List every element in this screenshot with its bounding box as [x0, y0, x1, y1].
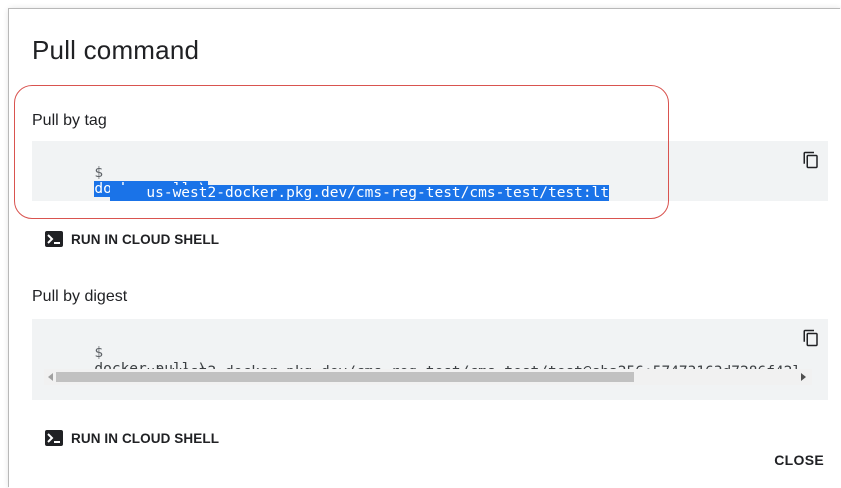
copy-icon[interactable] [802, 151, 820, 169]
terminal-icon [45, 231, 63, 247]
pull-by-tag-image-path[interactable]: us-west2-docker.pkg.dev/cms-reg-test/cms… [110, 185, 610, 201]
scrollbar-thumb[interactable] [56, 372, 634, 382]
pull-by-tag-line-2[interactable]: us-west2-docker.pkg.dev/cms-reg-test/cms… [58, 169, 610, 217]
pull-by-tag-label: Pull by tag [32, 112, 107, 129]
run-in-cloud-shell-button-digest[interactable]: RUN IN CLOUD SHELL [45, 430, 219, 446]
run-in-cloud-shell-label: RUN IN CLOUD SHELL [71, 231, 220, 247]
run-in-cloud-shell-label: RUN IN CLOUD SHELL [71, 430, 220, 446]
copy-icon[interactable] [802, 329, 820, 347]
pull-by-tag-code-box[interactable]: $ docker pull \ us-west2-docker.pkg.dev/… [32, 141, 828, 201]
terminal-icon [45, 430, 63, 446]
close-button[interactable]: CLOSE [774, 452, 824, 468]
scroll-left-arrow-icon[interactable] [48, 373, 53, 381]
scroll-right-arrow-icon[interactable] [801, 373, 806, 381]
horizontal-scrollbar[interactable] [44, 369, 812, 385]
pull-by-digest-label: Pull by digest [32, 288, 128, 305]
dialog-title: Pull command [32, 35, 200, 65]
run-in-cloud-shell-button-tag[interactable]: RUN IN CLOUD SHELL [45, 231, 219, 247]
pull-by-digest-code-box[interactable]: $ docker pull \ us-west2-docker.pkg.dev/… [32, 319, 828, 400]
pull-command-dialog: Pull command Pull by tag $ docker pull \… [9, 9, 841, 488]
